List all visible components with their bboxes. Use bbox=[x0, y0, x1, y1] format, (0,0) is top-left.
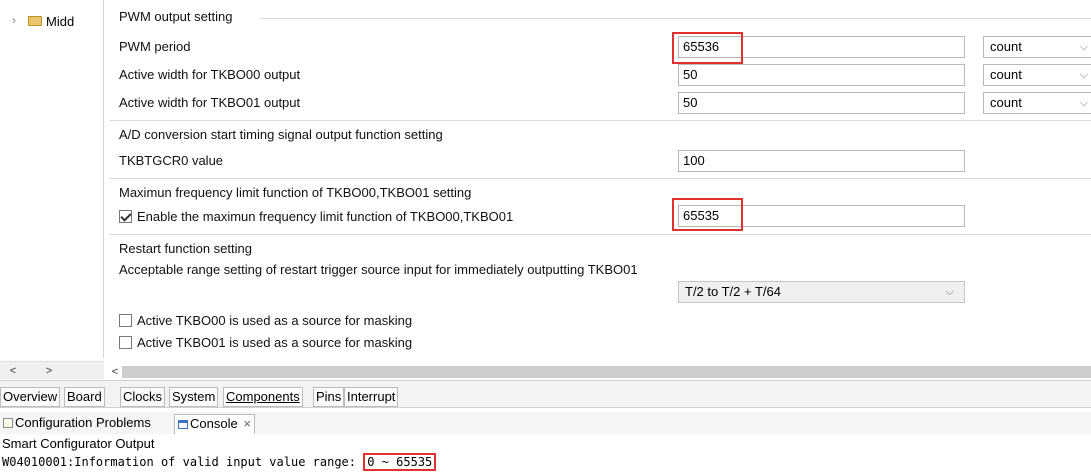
group-title: Restart function setting bbox=[119, 241, 252, 256]
tkbo01-width-input[interactable]: 50 bbox=[678, 92, 965, 114]
chevron-down-icon: ⌵ bbox=[1079, 97, 1088, 109]
tkbo00-width-label: Active width for TKBO00 output bbox=[119, 67, 301, 82]
tab-label: Configuration Problems bbox=[15, 415, 151, 430]
select-value: T/2 to T/2 + T/64 bbox=[685, 284, 781, 299]
console-tab-bar: Configuration Problems Console × bbox=[0, 412, 1091, 434]
chevron-down-icon: ⌵ bbox=[945, 286, 954, 298]
console-message-text: W04010001:Information of valid input val… bbox=[2, 455, 357, 469]
tab-clocks[interactable]: Clocks bbox=[120, 387, 166, 407]
component-settings-panel: PWM output setting PWM period 65536 coun… bbox=[110, 0, 1091, 360]
tkbo01-width-unit-select[interactable]: count ⌵ bbox=[983, 92, 1091, 114]
max-frequency-group: Maximun frequency limit function of TKBO… bbox=[110, 178, 1091, 236]
expand-arrow-icon[interactable]: › bbox=[12, 13, 16, 27]
main-horizontal-scrollbar[interactable]: < bbox=[104, 362, 1091, 380]
tab-system[interactable]: System bbox=[169, 387, 219, 407]
max-frequency-row: Enable the maximun frequency limit funct… bbox=[119, 209, 513, 224]
tree-item-midd[interactable]: Midd bbox=[28, 12, 102, 30]
tab-label: Console bbox=[190, 416, 238, 431]
console-icon bbox=[178, 420, 188, 429]
scrollbar-thumb[interactable] bbox=[122, 366, 1091, 378]
console-value-range: 0 ~ 65535 bbox=[363, 453, 437, 471]
close-icon[interactable]: × bbox=[243, 416, 251, 431]
adc-timing-group: A/D conversion start timing signal outpu… bbox=[110, 120, 1091, 178]
checkbox-label: Enable the maximun frequency limit funct… bbox=[137, 209, 514, 224]
tkbtgcr0-input[interactable]: 100 bbox=[678, 150, 965, 172]
tkbo01-width-label: Active width for TKBO01 output bbox=[119, 95, 301, 110]
mask-tkbo00-checkbox[interactable] bbox=[119, 314, 132, 327]
tab-interrupt[interactable]: Interrupt bbox=[344, 387, 399, 407]
mask-tkbo01-row: Active TKBO01 is used as a source for ma… bbox=[119, 335, 412, 350]
pwm-period-unit-select[interactable]: count ⌵ bbox=[983, 36, 1091, 58]
tab-components[interactable]: Components bbox=[223, 387, 303, 407]
enable-max-frequency-checkbox[interactable] bbox=[119, 210, 132, 223]
tree-item-label: Midd bbox=[46, 13, 75, 29]
scroll-right-button[interactable]: > bbox=[40, 364, 58, 378]
problems-icon bbox=[3, 418, 13, 428]
restart-range-description: Acceptable range setting of restart trig… bbox=[119, 262, 638, 277]
highlight-box bbox=[672, 198, 743, 231]
editor-tab-bar: Overview Board Clocks System Components … bbox=[0, 380, 1091, 408]
folder-icon bbox=[28, 16, 42, 26]
restart-function-group: Restart function setting Acceptable rang… bbox=[110, 234, 1091, 360]
unit-value: count bbox=[990, 67, 1022, 82]
scroll-left-button[interactable]: < bbox=[4, 364, 22, 378]
tkbtgcr0-label: TKBTGCR0 value bbox=[119, 153, 224, 168]
tab-pins[interactable]: Pins bbox=[313, 387, 345, 407]
pwm-output-group: PWM output setting PWM period 65536 coun… bbox=[110, 8, 1091, 118]
group-title: A/D conversion start timing signal outpu… bbox=[119, 127, 443, 142]
highlight-box bbox=[672, 32, 743, 64]
tab-board[interactable]: Board bbox=[64, 387, 105, 407]
group-title: Maximun frequency limit function of TKBO… bbox=[119, 185, 472, 200]
tkbo00-width-unit-select[interactable]: count ⌵ bbox=[983, 64, 1091, 86]
chevron-down-icon: ⌵ bbox=[1079, 69, 1088, 81]
checkbox-label: Active TKBO01 is used as a source for ma… bbox=[137, 335, 413, 350]
unit-value: count bbox=[990, 39, 1022, 54]
pwm-period-label: PWM period bbox=[119, 39, 191, 54]
console-message: W04010001:Information of valid input val… bbox=[2, 453, 437, 471]
mask-tkbo01-checkbox[interactable] bbox=[119, 336, 132, 349]
mask-tkbo00-row: Active TKBO00 is used as a source for ma… bbox=[119, 313, 412, 328]
checkbox-label: Active TKBO00 is used as a source for ma… bbox=[137, 313, 413, 328]
tkbo00-width-input[interactable]: 50 bbox=[678, 64, 965, 86]
project-tree-panel: Midd › bbox=[0, 0, 104, 358]
tree-horizontal-scrollbar[interactable]: < > bbox=[0, 361, 104, 379]
tab-configuration-problems[interactable]: Configuration Problems bbox=[0, 414, 154, 434]
chevron-down-icon: ⌵ bbox=[1079, 41, 1088, 53]
tab-overview[interactable]: Overview bbox=[0, 387, 61, 407]
console-title: Smart Configurator Output bbox=[2, 436, 155, 451]
tab-console[interactable]: Console × bbox=[174, 414, 255, 434]
unit-value: count bbox=[990, 95, 1022, 110]
group-title: PWM output setting bbox=[119, 9, 233, 24]
restart-range-select[interactable]: T/2 to T/2 + T/64 ⌵ bbox=[678, 281, 965, 303]
